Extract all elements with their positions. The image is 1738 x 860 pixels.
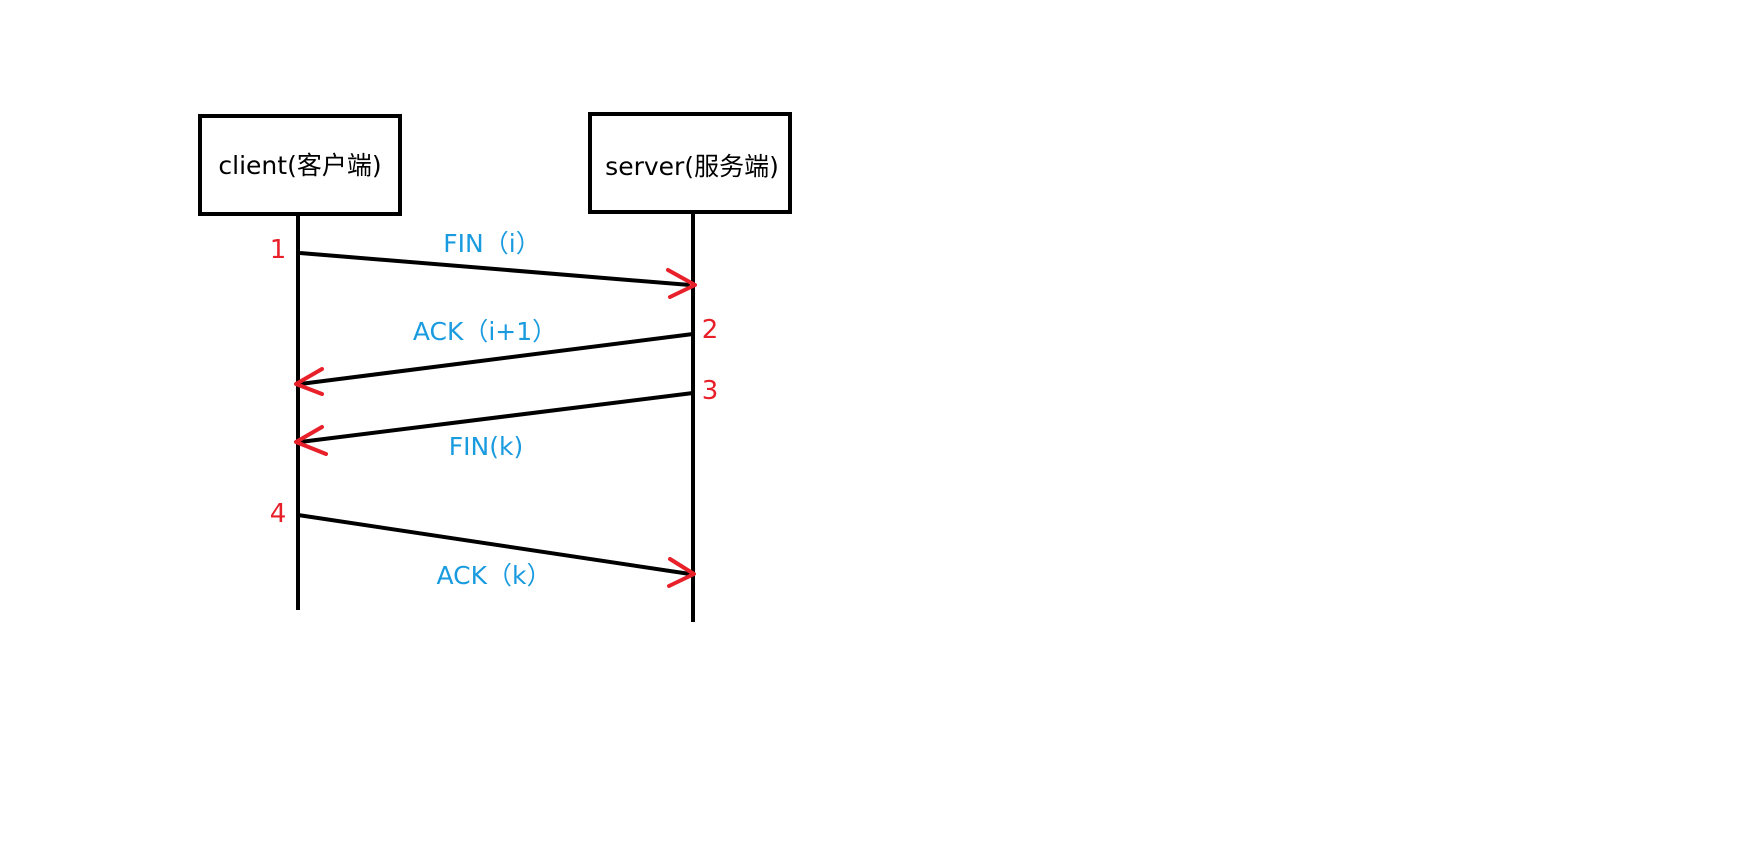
message-1-step: 1 (270, 235, 287, 265)
client-label: client(客户端) (218, 151, 381, 180)
message-2-label: ACK（i+1） (413, 317, 557, 346)
message-2-step: 2 (702, 315, 719, 345)
server-label: server(服务端) (605, 152, 779, 181)
message-3-label: FIN(k) (449, 432, 523, 461)
message-4-step: 4 (270, 499, 287, 529)
tcp-sequence-diagram: client(客户端) server(服务端) FIN（i） 1 ACK（i+1… (198, 112, 792, 622)
message-4-label: ACK（k） (437, 561, 552, 590)
message-3-step: 3 (702, 376, 719, 406)
message-1-label: FIN（i） (443, 229, 540, 258)
